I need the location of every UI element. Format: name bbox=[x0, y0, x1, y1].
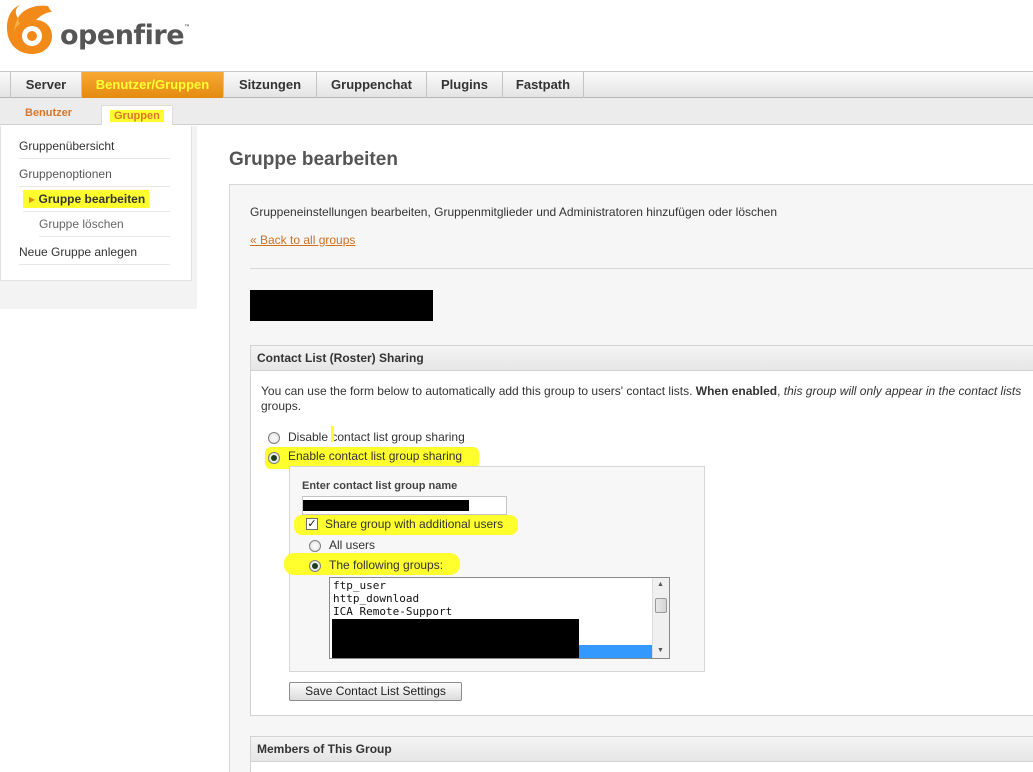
main-nav: Server Benutzer/Gruppen Sitzungen Gruppe… bbox=[0, 71, 1033, 98]
scroll-down-icon[interactable]: ▼ bbox=[657, 647, 664, 654]
sidebar-item-gruppenuebersicht[interactable]: Gruppenübersicht bbox=[19, 134, 170, 159]
redacted-list-items bbox=[332, 619, 579, 658]
following-groups-label: The following groups: bbox=[329, 558, 444, 572]
group-name-label: Enter contact list group name bbox=[302, 480, 458, 492]
members-panel: Members of This Group bbox=[250, 736, 1033, 772]
group-name-input[interactable] bbox=[302, 496, 507, 515]
sidebar-item-gruppe-loeschen[interactable]: Gruppe löschen bbox=[39, 212, 170, 237]
sidebar-item-label: Gruppe bearbeiten bbox=[38, 192, 146, 206]
share-additional-checkbox[interactable]: ✓ bbox=[306, 518, 318, 530]
scroll-up-icon[interactable]: ▲ bbox=[657, 581, 664, 588]
tab-plugins[interactable]: Plugins bbox=[427, 72, 503, 98]
logo-text: openfire™ bbox=[60, 20, 190, 51]
groups-select-list[interactable]: ftp_user http_download ICA Remote-Suppor… bbox=[329, 577, 670, 659]
list-scrollbar[interactable]: ▲ ▼ bbox=[652, 578, 669, 658]
header: openfire™ bbox=[0, 0, 1033, 71]
roster-sharing-header: Contact List (Roster) Sharing bbox=[251, 346, 1033, 371]
disable-sharing-radio[interactable] bbox=[268, 432, 280, 444]
back-to-groups-link[interactable]: « Back to all groups bbox=[250, 233, 355, 247]
list-item[interactable]: http_download bbox=[333, 592, 419, 605]
sub-nav: Benutzer Gruppen bbox=[0, 98, 1033, 125]
divider bbox=[250, 268, 1033, 269]
all-users-label: All users bbox=[329, 538, 376, 552]
subtab-gruppen-label: Gruppen bbox=[110, 110, 164, 122]
following-groups-radio[interactable] bbox=[309, 560, 321, 572]
redacted-group-name-value bbox=[303, 500, 469, 511]
sharing-options-box: Enter contact list group name ✓ Share gr… bbox=[284, 466, 705, 672]
tab-gruppenchat[interactable]: Gruppenchat bbox=[317, 72, 427, 98]
list-item[interactable]: ftp_user bbox=[333, 579, 386, 592]
disable-sharing-label: Disable contact list group sharing bbox=[288, 430, 465, 444]
sidebar-section-gruppenoptionen: Gruppenoptionen bbox=[19, 162, 170, 187]
subtab-benutzer[interactable]: Benutzer bbox=[25, 103, 72, 123]
sidebar-item-gruppe-bearbeiten[interactable]: ▶ Gruppe bearbeiten bbox=[23, 187, 170, 212]
sidebar-menu: Gruppenübersicht Gruppenoptionen ▶ Grupp… bbox=[0, 126, 192, 281]
tab-server[interactable]: Server bbox=[10, 72, 82, 98]
intro-text: Gruppeneinstellungen bearbeiten, Gruppen… bbox=[250, 205, 778, 219]
all-users-radio[interactable] bbox=[309, 540, 321, 552]
subtab-gruppen[interactable]: Gruppen bbox=[101, 105, 173, 125]
enable-sharing-radio[interactable] bbox=[268, 452, 280, 464]
page-title: Gruppe bearbeiten bbox=[229, 149, 398, 170]
roster-sharing-panel: Contact List (Roster) Sharing You can us… bbox=[250, 345, 1033, 716]
sidebar: Gruppenübersicht Gruppenoptionen ▶ Grupp… bbox=[0, 126, 197, 309]
list-item[interactable]: ICA Remote-Support bbox=[333, 605, 452, 618]
members-header: Members of This Group bbox=[251, 737, 1033, 762]
sidebar-item-neue-gruppe-anlegen[interactable]: Neue Gruppe anlegen bbox=[19, 240, 170, 265]
openfire-logo-icon bbox=[7, 5, 52, 54]
redacted-group-name bbox=[250, 290, 433, 321]
arrow-right-icon: ▶ bbox=[29, 195, 36, 204]
scroll-thumb[interactable] bbox=[655, 598, 667, 613]
roster-sharing-description: You can use the form below to automatica… bbox=[261, 384, 1022, 413]
enable-sharing-label: Enable contact list group sharing bbox=[288, 449, 463, 463]
tab-benutzer-gruppen[interactable]: Benutzer/Gruppen bbox=[82, 72, 224, 98]
save-contact-list-button[interactable]: Save Contact List Settings bbox=[289, 682, 462, 701]
share-additional-label: Share group with additional users bbox=[325, 517, 504, 531]
selected-list-item[interactable] bbox=[579, 645, 652, 658]
tab-fastpath[interactable]: Fastpath bbox=[503, 72, 584, 98]
tab-sitzungen[interactable]: Sitzungen bbox=[224, 72, 317, 98]
highlight-mark bbox=[331, 426, 334, 442]
